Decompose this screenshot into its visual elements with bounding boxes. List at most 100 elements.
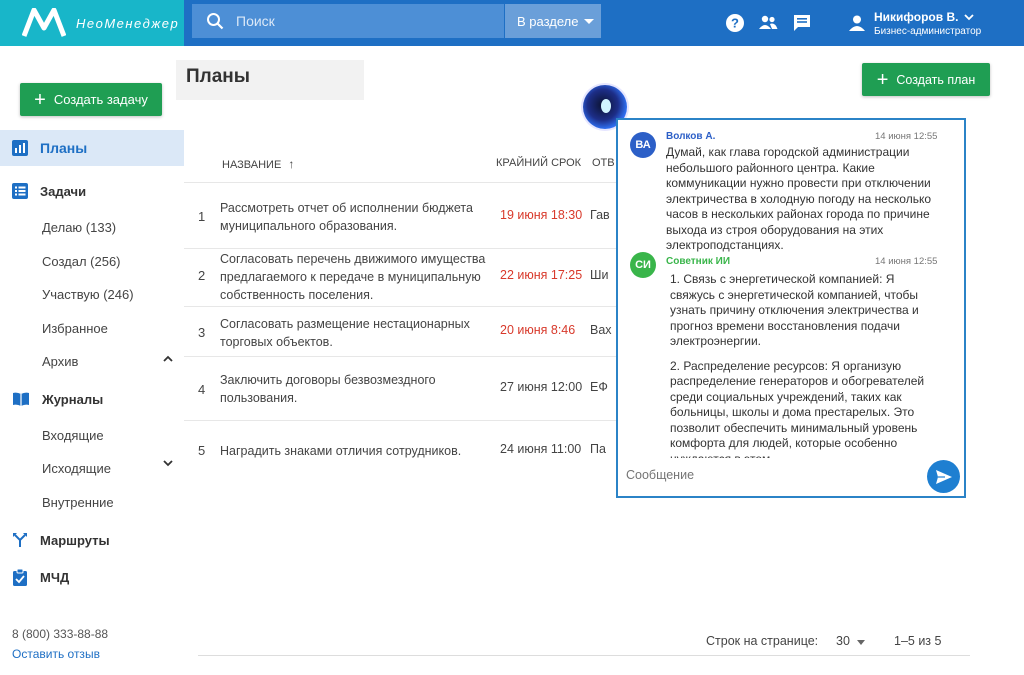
sidebar-item-plans-label: Планы (40, 140, 88, 156)
sidebar-item-routes-label: Маршруты (40, 532, 110, 548)
sidebar-item-archive[interactable]: Архив (42, 354, 78, 369)
chat-icon[interactable] (792, 13, 812, 33)
sidebar-item-outgoing[interactable]: Исходящие (42, 461, 111, 476)
feedback-link[interactable]: Оставить отзыв (12, 647, 100, 661)
sort-arrow-up-icon: ↑ (288, 157, 295, 171)
send-button[interactable] (927, 460, 960, 493)
plans-table: НАЗВАНИЕ ↑ КРАЙНИЙ СРОК ОТВ 1 Рассмотрет… (184, 140, 616, 472)
message-time: 14 июня 12:55 (875, 256, 938, 267)
table-row[interactable]: 2 Согласовать перечень движимого имущест… (184, 248, 616, 306)
sidebar-item-created[interactable]: Создал (256) (42, 254, 121, 269)
clipboard-icon (13, 568, 27, 586)
message-paragraph: 2. Распределение ресурсов: Я организую р… (670, 358, 925, 459)
logo-mark-icon (22, 8, 66, 37)
search-icon (207, 13, 224, 30)
svg-text:?: ? (731, 16, 739, 31)
row-name: Согласовать размещение нестационарных то… (220, 317, 470, 349)
sidebar-item-mchd[interactable]: МЧД (12, 568, 69, 586)
section-filter-label: В разделе (517, 13, 579, 29)
table-pagination: Строк на странице: 30 1–5 из 5 (198, 630, 970, 656)
sidebar-group-journals-label: Журналы (42, 391, 104, 407)
help-icon[interactable]: ? (725, 13, 745, 33)
create-task-label: Создать задачу (53, 92, 148, 107)
row-name: Рассмотреть отчет об исполнении бюджета … (220, 201, 473, 233)
row-number: 5 (198, 443, 206, 458)
routes-icon (13, 533, 27, 547)
sidebar-item-plans[interactable]: Планы (0, 130, 184, 166)
row-deadline: 22 июня 17:25 (500, 268, 583, 282)
table-row[interactable]: 1 Рассмотреть отчет об исполнении бюджет… (184, 182, 616, 248)
user-menu[interactable]: Никифоров В. Бизнес-администратор (848, 6, 981, 40)
table-row[interactable]: 4 Заключить договоры безвозмездного поль… (184, 356, 616, 420)
rows-per-page-select[interactable]: 30 (836, 634, 850, 648)
rows-per-page-label: Строк на странице: (706, 634, 819, 648)
chevron-down-icon (964, 13, 975, 20)
row-deadline: 24 июня 11:00 (500, 442, 582, 456)
sidebar-item-routes[interactable]: Маршруты (12, 532, 110, 548)
row-number: 2 (198, 268, 206, 283)
table-row[interactable]: 5 Наградить знаками отличия сотрудников.… (184, 420, 616, 472)
search-bar[interactable] (192, 4, 504, 38)
caret-down-icon (584, 18, 595, 24)
row-number: 1 (198, 209, 206, 224)
row-responsible: Гав (590, 208, 610, 222)
sidebar-group-tasks[interactable]: Задачи (12, 183, 86, 199)
sidebar-item-doing[interactable]: Делаю (133) (42, 220, 116, 235)
row-deadline: 19 июня 18:30 (500, 208, 583, 222)
plus-icon: + (876, 68, 889, 91)
row-number: 3 (198, 325, 206, 340)
task-list-icon (12, 183, 28, 199)
sidebar-item-participating[interactable]: Участвую (246) (42, 287, 134, 302)
message-text: Думай, как глава городской администрации… (666, 145, 932, 252)
create-plan-label: Создать план (896, 72, 976, 87)
column-header-name[interactable]: НАЗВАНИЕ ↑ (222, 157, 294, 171)
avatar: ВА (630, 132, 656, 158)
create-task-button[interactable]: + Создать задачу (20, 83, 162, 116)
sidebar: + Создать задачу Планы Задачи Делаю (133… (0, 46, 184, 675)
message-author: Волков А. (666, 131, 716, 142)
sidebar-item-internal[interactable]: Внутренние (42, 495, 114, 510)
row-number: 4 (198, 382, 206, 397)
caret-down-icon[interactable] (857, 640, 865, 645)
book-icon (13, 392, 29, 406)
row-deadline: 20 июня 8:46 (500, 323, 576, 337)
section-filter-dropdown[interactable]: В разделе (505, 4, 601, 38)
top-header: НеоМенеджер В разделе ? Никифоров В. (0, 0, 1024, 46)
send-icon (935, 469, 952, 484)
sidebar-group-journals[interactable]: Журналы (12, 391, 103, 407)
logo-text: НеоМенеджер (76, 15, 180, 31)
row-deadline: 27 июня 12:00 (500, 380, 583, 394)
message-paragraph: 1. Связь с энергетической компанией: Я с… (670, 272, 919, 348)
search-input[interactable] (236, 13, 476, 29)
message-text: 1. Связь с энергетической компанией: Я с… (670, 272, 938, 458)
chevron-up-icon[interactable] (162, 353, 174, 365)
row-name: Согласовать перечень движимого имущества… (220, 252, 486, 302)
users-icon[interactable] (758, 13, 778, 33)
chevron-down-icon[interactable] (162, 457, 174, 469)
row-responsible: ЕФ (590, 380, 608, 394)
row-responsible: Вах (590, 323, 612, 337)
column-header-deadline[interactable]: КРАЙНИЙ СРОК (496, 157, 581, 169)
row-responsible: Па (590, 442, 606, 456)
sidebar-item-incoming[interactable]: Входящие (42, 428, 104, 443)
chat-message-input[interactable] (626, 468, 916, 482)
support-phone: 8 (800) 333-88-88 (12, 627, 109, 641)
sidebar-item-favorites[interactable]: Избранное (42, 321, 108, 336)
sidebar-item-mchd-label: МЧД (40, 569, 70, 585)
create-plan-button[interactable]: + Создать план (862, 63, 990, 96)
message-time: 14 июня 12:55 (875, 131, 938, 142)
plus-icon: + (34, 88, 46, 111)
avatar: СИ (630, 252, 656, 278)
table-row[interactable]: 3 Согласовать размещение нестационарных … (184, 306, 616, 356)
row-name: Заключить договоры безвозмездного пользо… (220, 373, 436, 405)
pagination-range: 1–5 из 5 (894, 634, 942, 648)
sidebar-group-tasks-label: Задачи (40, 183, 87, 199)
column-header-responsible[interactable]: ОТВ (592, 157, 615, 169)
message-author: Советник ИИ (666, 256, 731, 267)
user-name: Никифоров В. (874, 9, 959, 24)
row-responsible: Ши (590, 268, 609, 282)
page-title: Планы (186, 66, 250, 87)
logo[interactable]: НеоМенеджер (0, 0, 184, 46)
user-avatar-icon (849, 15, 865, 31)
bar-chart-icon (12, 140, 28, 156)
